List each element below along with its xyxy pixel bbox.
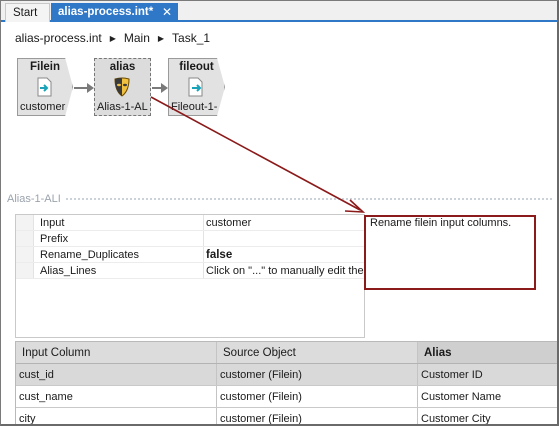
node-title: alias [109,61,136,73]
property-name: Input [40,217,65,229]
tab-alias-process[interactable]: alias-process.int* ✕ [51,3,178,22]
property-name: Prefix [40,233,69,245]
breadcrumb: alias-process.int ▶ Main ▶ Task_1 [1,24,557,52]
column-divider [203,231,204,246]
node-label: Fileout-1- [171,101,218,113]
property-value[interactable]: customer [206,217,364,229]
breadcrumb-item[interactable]: Task_1 [172,31,210,45]
property-row-alias-lines[interactable]: Alias_Lines Click on "..." to manually e… [16,263,364,279]
column-divider [203,247,204,262]
flow-canvas[interactable]: Filein customer alias Alias-1-AL fileout [1,52,557,189]
tab-label: Start [13,7,38,19]
file-out-icon [188,77,203,97]
table-header: Input Column Source Object Alias [16,342,557,364]
column-divider [203,263,204,278]
mask-icon [114,77,130,97]
table-cell[interactable]: city [16,408,217,424]
property-value[interactable]: Click on "..." to manually edit the a [206,265,364,277]
close-icon[interactable]: ✕ [162,3,172,22]
alias-table: Input Column Source Object Alias cust_id… [15,341,557,424]
table-cell[interactable]: Customer ID [418,364,557,385]
gripper-dots[interactable] [64,197,554,201]
table-cell[interactable]: customer (Filein) [217,408,418,424]
property-row-input[interactable]: Input customer [16,215,364,231]
table-cell[interactable]: cust_name [16,386,217,407]
tab-start[interactable]: Start [5,3,50,22]
table-row[interactable]: cust_name customer (Filein) Customer Nam… [16,386,557,408]
node-label: customer [20,101,66,113]
section-title: Alias-1-ALI [7,193,61,205]
row-gutter [16,215,34,230]
annotation-highlight-box [364,215,536,290]
row-gutter [16,231,34,246]
filein-node[interactable]: Filein customer [17,58,73,116]
alias-node[interactable]: alias Alias-1-AL [94,58,151,116]
property-row-rename-duplicates[interactable]: Rename_Duplicates false [16,247,364,263]
column-divider [203,215,204,230]
connector-arrow-icon [161,83,168,93]
property-grid: Input customer Prefix Rename_Duplicates … [15,214,365,338]
property-name: Rename_Duplicates [40,249,140,261]
property-value[interactable]: false [206,249,364,261]
fileout-node[interactable]: fileout Fileout-1- [168,58,225,116]
editor-window: Start alias-process.int* ✕ alias-process… [0,0,559,426]
property-row-prefix[interactable]: Prefix [16,231,364,247]
breadcrumb-item[interactable]: alias-process.int [15,31,102,45]
table-row[interactable]: city customer (Filein) Customer City [16,408,557,424]
row-gutter [16,263,34,278]
table-row[interactable]: cust_id customer (Filein) Customer ID [16,364,557,386]
table-cell[interactable]: cust_id [16,364,217,385]
row-gutter [16,247,34,262]
file-in-icon [37,77,52,97]
node-title: fileout [179,61,214,73]
table-cell[interactable]: customer (Filein) [217,386,418,407]
properties-section-header: Alias-1-ALI [7,190,554,208]
tab-bar: Start alias-process.int* ✕ [1,1,557,22]
chevron-right-icon: ▶ [157,33,165,43]
table-cell[interactable]: Customer City [418,408,557,424]
tab-label: alias-process.int* [58,6,154,18]
column-header-source-object[interactable]: Source Object [217,342,418,363]
column-header-alias[interactable]: Alias [418,342,557,363]
node-title: Filein [29,61,61,73]
connector-arrow-icon [87,83,94,93]
node-label: Alias-1-AL [97,101,148,113]
chevron-right-icon: ▶ [109,33,116,43]
table-cell[interactable]: customer (Filein) [217,364,418,385]
column-header-input-column[interactable]: Input Column [16,342,217,363]
table-cell[interactable]: Customer Name [418,386,557,407]
breadcrumb-item[interactable]: Main [124,31,150,45]
property-name: Alias_Lines [40,265,97,277]
